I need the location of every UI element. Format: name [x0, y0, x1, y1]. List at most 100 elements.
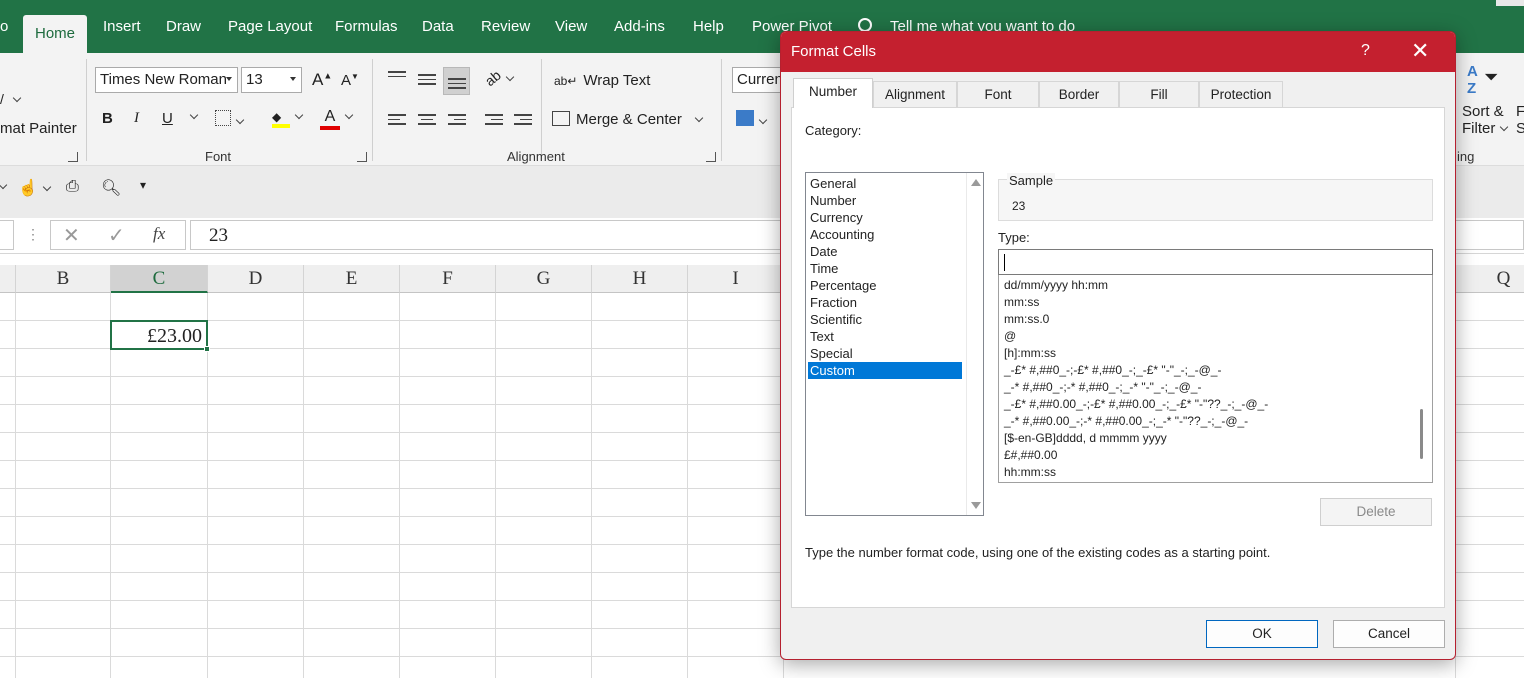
column-header-d[interactable]: D	[208, 265, 304, 293]
name-box[interactable]	[0, 220, 14, 250]
tab-draw[interactable]: Draw	[166, 18, 201, 35]
align-center-icon[interactable]	[418, 111, 436, 128]
format-code-item[interactable]: _-* #,##0.00_-;-* #,##0.00_-;_-* "-"??_-…	[1004, 413, 1248, 430]
merge-center-button[interactable]: Merge & Center	[552, 111, 704, 128]
alignment-launcher-icon[interactable]	[706, 152, 716, 162]
underline-dropdown[interactable]	[185, 108, 199, 125]
category-scrollbar[interactable]	[966, 173, 983, 515]
column-header-i[interactable]: I	[688, 265, 784, 293]
align-middle-icon[interactable]	[418, 71, 436, 88]
format-code-item[interactable]: mm:ss.0	[1004, 311, 1049, 328]
delete-button[interactable]: Delete	[1320, 498, 1432, 526]
format-code-item[interactable]: _-£* #,##0_-;-£* #,##0_-;_-£* "-"_-;_-@_…	[1004, 362, 1221, 379]
format-code-item[interactable]: _-£* #,##0.00_-;-£* #,##0.00_-;_-£* "-"?…	[1004, 396, 1268, 413]
format-code-item[interactable]: @	[1004, 328, 1016, 345]
column-header-e[interactable]: E	[304, 265, 400, 293]
format-code-item[interactable]: hh:mm:ss	[1004, 464, 1056, 481]
fill-handle[interactable]	[204, 346, 210, 352]
column-header-f[interactable]: F	[400, 265, 496, 293]
format-code-list[interactable]: dd/mm/yyyy hh:mm mm:ss mm:ss.0 @ [h]:mm:…	[998, 275, 1433, 483]
dialog-tab-border[interactable]: Border	[1039, 81, 1119, 107]
format-code-scrollbar[interactable]	[1412, 275, 1432, 482]
format-code-item[interactable]: dd/mm/yyyy hh:mm	[1004, 277, 1108, 294]
format-code-item[interactable]: _-* #,##0_-;-* #,##0_-;_-* "-"_-;_-@_-	[1004, 379, 1201, 396]
scroll-down-icon[interactable]	[971, 502, 981, 509]
help-icon[interactable]: ?	[1361, 42, 1370, 60]
close-icon[interactable]: ✕	[1411, 38, 1429, 64]
ok-button[interactable]: OK	[1206, 620, 1318, 648]
format-code-item[interactable]: [$-en-GB]dddd, d mmmm yyyy	[1004, 430, 1167, 447]
tab-formulas[interactable]: Formulas	[335, 18, 398, 35]
column-header-g[interactable]: G	[496, 265, 592, 293]
insert-function-icon[interactable]: fx	[153, 224, 165, 244]
tab-add-ins[interactable]: Add-ins	[614, 18, 665, 35]
category-item-scientific[interactable]: Scientific	[808, 311, 962, 328]
shrink-font-button[interactable]: A▼	[341, 72, 359, 89]
format-code-item[interactable]: £#,##0.00	[1004, 447, 1057, 464]
find-select-button[interactable]: FSe	[1516, 103, 1524, 137]
scroll-thumb[interactable]	[1420, 409, 1423, 459]
category-item-special[interactable]: Special	[808, 345, 962, 362]
cancel-entry-icon[interactable]: ✕	[63, 223, 80, 248]
align-top-icon[interactable]	[388, 68, 406, 85]
column-header-q[interactable]: Q	[1456, 265, 1524, 293]
window-control[interactable]	[1496, 0, 1524, 6]
format-code-item[interactable]: mm:ss	[1004, 294, 1039, 311]
format-code-item[interactable]: [h]:mm:ss	[1004, 345, 1056, 362]
sort-filter-button[interactable]: Sort & Filter	[1462, 103, 1509, 137]
italic-button[interactable]: I	[134, 110, 139, 127]
category-item-percentage[interactable]: Percentage	[808, 277, 962, 294]
cancel-button[interactable]: Cancel	[1333, 620, 1445, 648]
clipboard-partial-icon[interactable]: /	[0, 91, 22, 107]
qat-dropdown[interactable]	[0, 180, 8, 194]
category-item-date[interactable]: Date	[808, 243, 962, 260]
type-input[interactable]	[998, 249, 1433, 275]
confirm-entry-icon[interactable]: ✓	[108, 223, 125, 248]
customize-qat-icon[interactable]: ▾	[140, 178, 146, 192]
column-header-a[interactable]	[0, 265, 16, 293]
category-item-currency[interactable]: Currency	[808, 209, 962, 226]
dialog-tab-font[interactable]: Font	[957, 81, 1039, 107]
tab-home[interactable]: Home	[23, 15, 88, 53]
category-item-text[interactable]: Text	[808, 328, 962, 345]
active-cell[interactable]: £23.00	[110, 320, 210, 352]
clipboard-launcher-icon[interactable]	[68, 152, 78, 162]
font-family-select[interactable]: Times New Roman	[95, 67, 238, 93]
tab-file-partial[interactable]: o	[0, 18, 8, 35]
font-size-select[interactable]: 13	[241, 67, 302, 93]
category-item-general[interactable]: General	[808, 175, 962, 192]
borders-button[interactable]	[215, 110, 245, 130]
column-header-c[interactable]: C	[111, 265, 208, 293]
category-item-fraction[interactable]: Fraction	[808, 294, 962, 311]
font-color-button[interactable]: A	[320, 108, 354, 130]
column-header-b[interactable]: B	[16, 265, 111, 293]
category-item-accounting[interactable]: Accounting	[808, 226, 962, 243]
touch-mode-icon[interactable]: ☝	[18, 178, 52, 198]
tab-page-layout[interactable]: Page Layout	[228, 18, 312, 35]
accounting-format-button[interactable]	[736, 110, 768, 130]
font-launcher-icon[interactable]	[357, 152, 367, 162]
dialog-tab-number[interactable]: Number	[793, 78, 873, 108]
tab-data[interactable]: Data	[422, 18, 454, 35]
align-right-icon[interactable]	[448, 111, 466, 128]
column-header-h[interactable]: H	[592, 265, 688, 293]
dialog-tab-protection[interactable]: Protection	[1199, 81, 1283, 107]
category-item-custom[interactable]: Custom	[808, 362, 962, 379]
align-left-icon[interactable]	[388, 111, 406, 128]
scroll-up-icon[interactable]	[971, 179, 981, 186]
dialog-tab-alignment[interactable]: Alignment	[873, 81, 957, 107]
underline-button[interactable]: U	[162, 110, 173, 127]
tab-help[interactable]: Help	[693, 18, 724, 35]
category-list[interactable]: General Number Currency Accounting Date …	[805, 172, 984, 516]
bold-button[interactable]: B	[102, 110, 113, 127]
decrease-indent-icon[interactable]	[485, 111, 503, 128]
category-item-number[interactable]: Number	[808, 192, 962, 209]
dialog-tab-fill[interactable]: Fill	[1119, 81, 1199, 107]
category-item-time[interactable]: Time	[808, 260, 962, 277]
align-bottom-button[interactable]	[443, 67, 470, 95]
wrap-text-button[interactable]: ab↵ Wrap Text	[554, 72, 650, 89]
format-painter-button[interactable]: mat Painter	[0, 120, 77, 137]
quick-print-icon[interactable]: 🔍︎	[101, 178, 121, 198]
tab-view[interactable]: View	[555, 18, 587, 35]
fill-color-button[interactable]: ◆	[272, 108, 304, 128]
